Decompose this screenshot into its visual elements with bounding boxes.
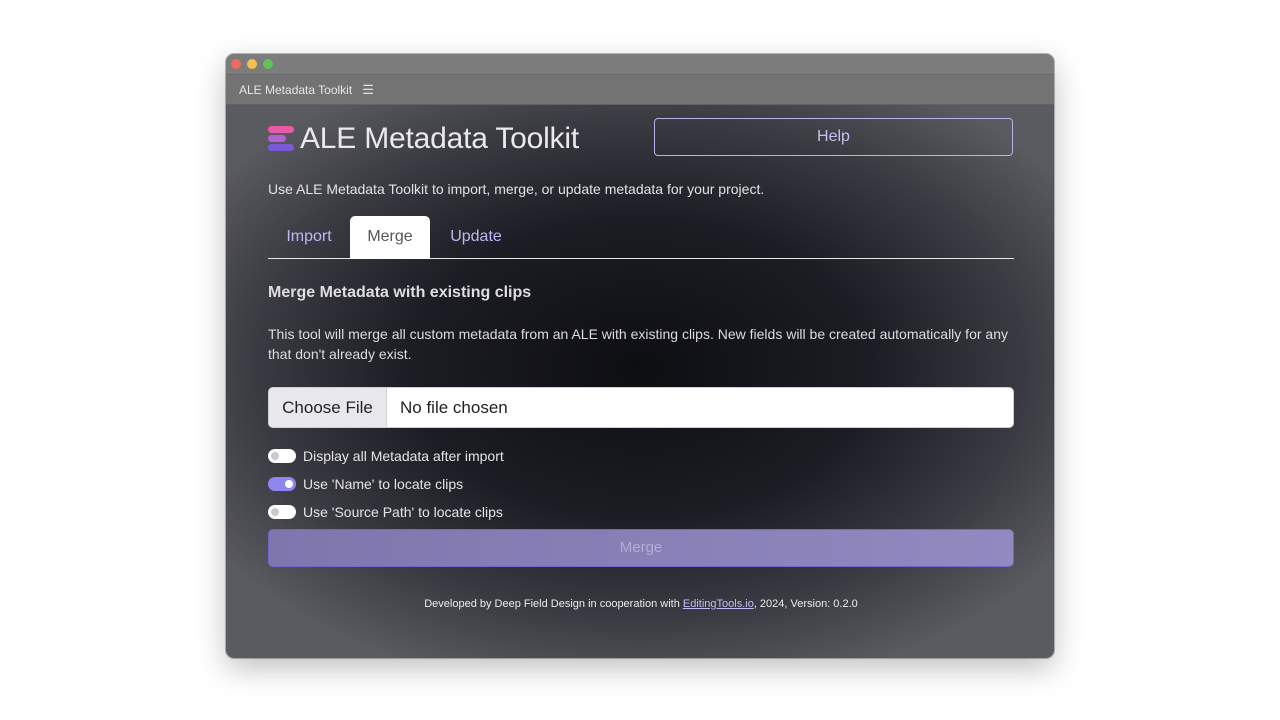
- file-input[interactable]: Choose File No file chosen: [268, 387, 1014, 428]
- editingtools-link[interactable]: EditingTools.io: [683, 598, 754, 610]
- section-description: This tool will merge all custom metadata…: [268, 326, 1008, 362]
- panel-header: ALE Metadata Toolkit ☰: [226, 75, 1054, 105]
- section-title: Merge Metadata with existing clips: [268, 284, 532, 301]
- option-display-metadata[interactable]: Display all Metadata after import: [268, 448, 504, 464]
- help-button[interactable]: Help: [654, 118, 1013, 156]
- use-name-toggle[interactable]: [268, 477, 296, 491]
- option-label: Use 'Source Path' to locate clips: [303, 504, 503, 520]
- intro-text: Use ALE Metadata Toolkit to import, merg…: [268, 181, 765, 197]
- tab-update[interactable]: Update: [434, 216, 518, 258]
- hamburger-menu-icon[interactable]: ☰: [362, 82, 374, 98]
- footer-prefix: Developed by Deep Field Design in cooper…: [424, 598, 683, 610]
- app-header: ALE Metadata Toolkit: [268, 122, 579, 156]
- window-titlebar[interactable]: [226, 54, 1054, 75]
- tab-merge[interactable]: Merge: [350, 216, 430, 259]
- choose-file-button[interactable]: Choose File: [269, 388, 387, 427]
- minimize-window-icon[interactable]: [247, 59, 257, 69]
- footer-suffix: , 2024, Version: 0.2.0: [753, 598, 858, 610]
- display-metadata-toggle[interactable]: [268, 449, 296, 463]
- file-status: No file chosen: [400, 397, 508, 417]
- panel-title: ALE Metadata Toolkit: [239, 82, 353, 97]
- tab-import[interactable]: Import: [268, 216, 350, 258]
- app-title: ALE Metadata Toolkit: [300, 122, 579, 155]
- option-label: Use 'Name' to locate clips: [303, 476, 464, 492]
- merge-button[interactable]: Merge: [268, 529, 1014, 567]
- option-use-source-path[interactable]: Use 'Source Path' to locate clips: [268, 504, 503, 520]
- app-window: ALE Metadata Toolkit ☰ ALE Metadata Tool…: [226, 54, 1054, 658]
- option-use-name[interactable]: Use 'Name' to locate clips: [268, 476, 463, 492]
- footer: Developed by Deep Field Design in cooper…: [268, 598, 1014, 610]
- option-label: Display all Metadata after import: [303, 448, 504, 464]
- zoom-window-icon[interactable]: [263, 59, 273, 69]
- stacked-bars-logo-icon: [268, 126, 294, 152]
- tab-bar: Import Merge Update: [268, 216, 1014, 259]
- use-source-path-toggle[interactable]: [268, 505, 296, 519]
- close-window-icon[interactable]: [231, 59, 241, 69]
